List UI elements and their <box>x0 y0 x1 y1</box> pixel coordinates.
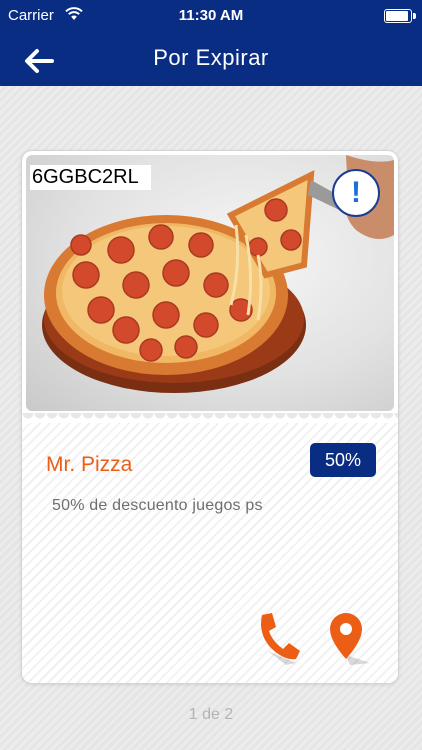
map-pin-icon <box>330 613 370 665</box>
coupon-description: 50% de descuento juegos ps <box>52 497 263 514</box>
alert-button[interactable]: ! <box>332 169 380 217</box>
merchant-name: Mr. Pizza <box>46 453 133 476</box>
pizza-photo: 6GGBC2RL ! <box>26 155 394 411</box>
battery-icon <box>384 9 416 23</box>
status-bar: Carrier 11:30 AM <box>0 0 422 32</box>
coupon-card[interactable]: 6GGBC2RL ! Mr. Pizza 50% 50% de descuent… <box>22 151 398 683</box>
coupon-code: 6GGBC2RL <box>30 165 151 190</box>
discount-badge: 50% <box>310 443 376 477</box>
phone-icon <box>261 613 300 665</box>
coupon-details: Mr. Pizza 50% 50% de descuento juegos ps <box>22 423 398 683</box>
clock: 11:30 AM <box>178 7 244 24</box>
call-button[interactable] <box>256 611 302 665</box>
exclamation-icon: ! <box>351 176 361 209</box>
page-title: Por Expirar <box>153 45 269 70</box>
navigation-bar: Por Expirar <box>0 32 422 86</box>
location-button[interactable] <box>326 611 372 665</box>
page-indicator: 1 de 2 <box>188 706 234 723</box>
